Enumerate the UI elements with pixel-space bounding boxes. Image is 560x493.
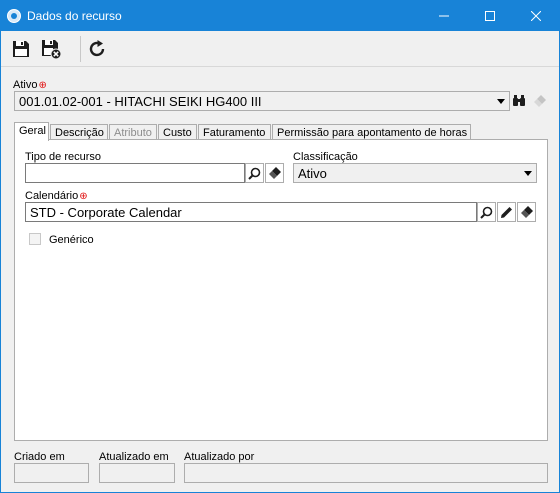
search-ativo-button[interactable]: [509, 91, 528, 111]
classificacao-value: Ativo: [298, 166, 327, 181]
clear-calendario-button[interactable]: [517, 202, 536, 222]
required-icon: ⊕: [79, 191, 88, 202]
binoculars-icon: [512, 95, 525, 106]
classificacao-select[interactable]: Ativo: [293, 163, 537, 183]
minimize-icon: [439, 15, 449, 17]
required-icon: ⊕: [38, 80, 47, 91]
atualizado-por-label: Atualizado por: [184, 451, 255, 463]
maximize-button[interactable]: [467, 1, 513, 31]
minimize-button[interactable]: [421, 1, 467, 31]
eraser-icon: [520, 206, 533, 218]
dialog-window: Dados do recurso Ativo⊕ 001.01.02-001 - …: [0, 0, 560, 493]
tipo-recurso-input[interactable]: [25, 163, 245, 183]
criado-em-label: Criado em: [14, 451, 65, 463]
clear-ativo-button[interactable]: [530, 91, 549, 111]
title-bar: Dados do recurso: [1, 1, 559, 31]
globe-icon: [7, 9, 21, 23]
save-button[interactable]: [7, 36, 35, 62]
chevron-down-icon: [497, 99, 505, 104]
calendario-label: Calendário⊕: [25, 190, 88, 202]
tab-geral[interactable]: Geral: [14, 122, 49, 141]
close-icon: [531, 11, 541, 21]
clear-tipo-recurso-button[interactable]: [265, 163, 284, 183]
search-calendario-button[interactable]: [477, 202, 496, 222]
ativo-select[interactable]: 001.01.02-001 - HITACHI SEIKI HG400 III: [14, 91, 510, 111]
eraser-icon: [533, 95, 546, 107]
search-icon: [248, 167, 261, 180]
window-title: Dados do recurso: [27, 9, 122, 23]
maximize-icon: [485, 11, 495, 21]
close-button[interactable]: [513, 1, 559, 31]
calendario-input[interactable]: STD - Corporate Calendar: [25, 202, 477, 222]
atualizado-por-field: [184, 463, 548, 483]
pencil-icon: [501, 206, 512, 218]
edit-calendario-button[interactable]: [497, 202, 516, 222]
ativo-label: Ativo⊕: [13, 79, 47, 91]
toolbar: [1, 31, 559, 67]
search-icon: [480, 206, 493, 219]
generico-label: Genérico: [49, 234, 94, 246]
search-tipo-recurso-button[interactable]: [245, 163, 264, 183]
refresh-icon: [89, 40, 105, 57]
tab-panel-geral: [14, 139, 548, 441]
calendario-value: STD - Corporate Calendar: [30, 205, 182, 220]
generico-checkbox[interactable]: [29, 233, 41, 245]
save-icon: [13, 41, 29, 57]
save-and-close-button[interactable]: [37, 36, 65, 62]
atualizado-em-field: [99, 463, 175, 483]
atualizado-em-label: Atualizado em: [99, 451, 169, 463]
classificacao-label: Classificação: [293, 151, 358, 163]
tipo-recurso-label: Tipo de recurso: [25, 151, 102, 163]
criado-em-field: [14, 463, 89, 483]
eraser-icon: [268, 167, 281, 179]
save-and-close-icon: [42, 40, 61, 59]
toolbar-separator: [80, 36, 81, 62]
refresh-button[interactable]: [83, 36, 111, 62]
chevron-down-icon: [524, 171, 532, 176]
ativo-value: 001.01.02-001 - HITACHI SEIKI HG400 III: [19, 94, 262, 109]
